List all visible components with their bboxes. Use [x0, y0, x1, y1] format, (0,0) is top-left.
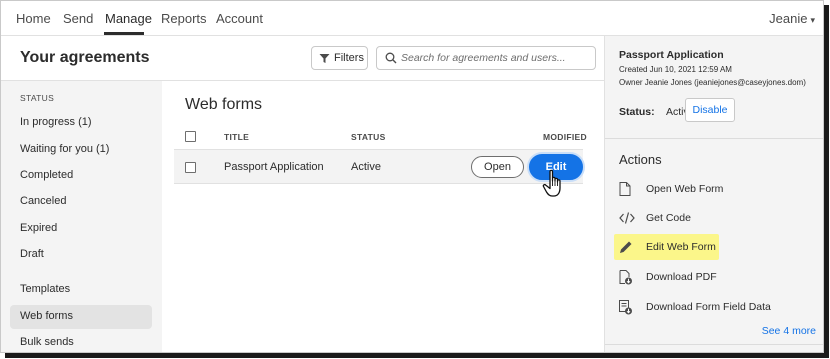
action-label: Get Code [646, 212, 691, 224]
status-label: Status: [619, 106, 655, 118]
chevron-down-icon: ▾ [810, 15, 815, 25]
filters-label: Filters [334, 52, 364, 64]
agreements-header: Your agreements Filters [1, 36, 604, 81]
search-input[interactable] [401, 50, 591, 66]
app-window: Home Send Manage Reports Account Jeanie ▾… [0, 0, 824, 353]
sidebar-item-label: Canceled [20, 195, 67, 207]
action-label: Edit Web Form [646, 241, 716, 253]
filters-button[interactable]: Filters [311, 46, 368, 70]
sidebar-item-expired[interactable]: Expired [10, 217, 152, 241]
top-nav: Home Send Manage Reports Account Jeanie ▾ [1, 1, 823, 36]
row-checkbox[interactable] [185, 162, 196, 173]
action-get-code[interactable]: Get Code [614, 205, 719, 231]
row-status: Active [351, 161, 381, 173]
column-header-title[interactable]: TITLE [224, 132, 249, 142]
action-label: Download Form Field Data [646, 301, 771, 313]
divider [605, 344, 823, 345]
code-icon [619, 212, 635, 224]
user-menu[interactable]: Jeanie ▾ [769, 11, 815, 26]
sidebar-item-label: Bulk sends [20, 336, 74, 348]
sidebar-item-waiting[interactable]: Waiting for you (1) [10, 138, 152, 162]
see-more-link[interactable]: See 4 more [762, 325, 816, 337]
sidebar: STATUS In progress (1) Waiting for you (… [1, 81, 162, 352]
user-name: Jeanie [769, 11, 808, 26]
sidebar-item-bulk-sends[interactable]: Bulk sends [10, 331, 152, 352]
sidebar-item-completed[interactable]: Completed [10, 164, 152, 188]
active-nav-indicator [104, 32, 144, 35]
nav-manage[interactable]: Manage [105, 11, 152, 26]
details-created: Created Jun 10, 2021 12:59 AM [619, 65, 732, 74]
nav-reports[interactable]: Reports [161, 11, 207, 26]
search-icon [385, 52, 397, 64]
nav-home[interactable]: Home [16, 11, 51, 26]
status-heading: STATUS [20, 93, 55, 103]
sidebar-item-label: Completed [20, 169, 74, 181]
sidebar-item-web-forms[interactable]: Web forms [10, 305, 152, 329]
action-label: Open Web Form [646, 183, 724, 195]
main-content: Web forms TITLE STATUS MODIFIED Passport… [162, 81, 604, 352]
section-title: Web forms [185, 96, 263, 113]
column-header-status[interactable]: STATUS [351, 132, 386, 142]
action-download-pdf[interactable]: Download PDF [614, 264, 719, 290]
sidebar-item-label: Waiting for you (1) [20, 143, 110, 155]
filter-icon [319, 54, 330, 63]
disable-button[interactable]: Disable [685, 98, 735, 122]
open-button[interactable]: Open [471, 156, 524, 178]
nav-account[interactable]: Account [216, 11, 263, 26]
details-title: Passport Application [619, 49, 724, 61]
select-all-checkbox[interactable] [185, 131, 196, 142]
row-title: Passport Application [224, 161, 324, 173]
pencil-icon [620, 241, 632, 253]
action-download-form-field-data[interactable]: Download Form Field Data [614, 294, 771, 320]
details-panel: Passport Application Created Jun 10, 202… [604, 36, 823, 352]
sidebar-item-label: In progress (1) [20, 116, 92, 128]
page-title: Your agreements [20, 49, 150, 66]
action-label: Download PDF [646, 271, 717, 283]
hand-cursor-icon [542, 169, 561, 197]
document-icon [619, 182, 631, 196]
divider [605, 138, 823, 139]
sidebar-item-label: Templates [20, 283, 71, 295]
sidebar-item-label: Web forms [20, 310, 73, 322]
sidebar-item-canceled[interactable]: Canceled [10, 190, 152, 214]
column-header-modified[interactable]: MODIFIED [543, 132, 587, 142]
sidebar-item-label: Expired [20, 222, 58, 234]
sidebar-item-label: Draft [20, 248, 44, 260]
table-row[interactable]: Passport Application Active Open Edit [174, 149, 583, 184]
download-pdf-icon [619, 270, 632, 285]
search-box[interactable] [376, 46, 596, 70]
action-open-web-form[interactable]: Open Web Form [614, 176, 723, 202]
sidebar-item-templates[interactable]: Templates [10, 278, 152, 302]
download-data-icon [619, 300, 632, 315]
nav-send[interactable]: Send [63, 11, 93, 26]
sidebar-item-in-progress[interactable]: In progress (1) [10, 111, 152, 135]
sidebar-item-draft[interactable]: Draft [10, 243, 152, 267]
details-owner: Owner Jeanie Jones (jeaniejones@caseyjon… [619, 78, 806, 87]
actions-heading: Actions [619, 152, 662, 167]
action-edit-web-form[interactable]: Edit Web Form [614, 234, 719, 260]
